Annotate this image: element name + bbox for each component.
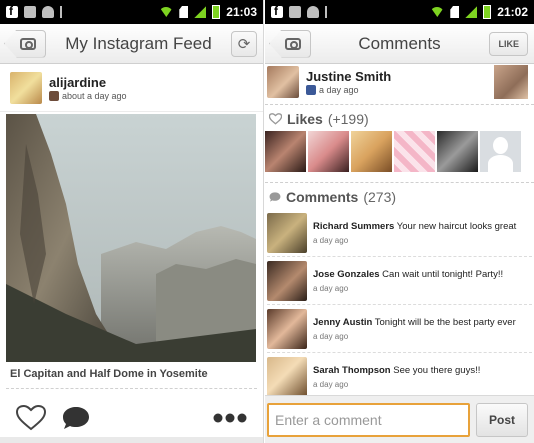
post-actions <box>0 400 263 436</box>
likes-header: Likes (+199) <box>265 105 534 131</box>
comment-author[interactable]: Jenny Austin <box>313 317 372 328</box>
comment-input[interactable] <box>267 402 470 437</box>
battery-icon <box>483 5 492 19</box>
post-button[interactable]: Post <box>476 402 528 437</box>
like-avatar[interactable] <box>394 131 435 172</box>
avatar[interactable] <box>10 71 42 104</box>
facebook-notification-icon <box>6 4 18 18</box>
like-avatar[interactable] <box>351 131 392 172</box>
post-header[interactable]: alijardine about a day ago <box>0 64 263 112</box>
facebook-notification-icon <box>271 4 283 18</box>
comment-author[interactable]: Sarah Thompson <box>313 365 391 376</box>
like-button[interactable] <box>16 405 46 431</box>
signal-icon <box>194 6 207 18</box>
usb-icon <box>60 6 68 18</box>
title-bar: My Instagram Feed ⟳ <box>0 24 263 64</box>
page-title: My Instagram Feed <box>65 33 212 53</box>
avatar[interactable] <box>267 357 307 397</box>
like-avatar[interactable] <box>437 131 478 172</box>
android-icon <box>42 6 54 18</box>
comment-text: Tonight will be the best party ever <box>374 317 516 328</box>
camera-button[interactable] <box>269 29 311 58</box>
divider <box>6 388 257 389</box>
comments-screen: 21:02 Comments LIKE Justine Smith a day … <box>265 0 534 443</box>
sim-icon <box>179 6 189 18</box>
comment-time: a day ago <box>313 236 349 245</box>
likes-label: Likes <box>287 111 323 127</box>
refresh-button[interactable]: ⟳ <box>231 30 257 57</box>
comment-item[interactable]: Richard Summers Your new haircut looks g… <box>267 209 532 257</box>
comment-list: Richard Summers Your new haircut looks g… <box>265 209 534 401</box>
more-dots-icon <box>213 413 247 423</box>
like-avatar[interactable] <box>308 131 349 172</box>
title-bar: Comments LIKE <box>265 24 534 64</box>
comment-time: a day ago <box>313 284 349 293</box>
likes-avatars <box>265 131 534 178</box>
comment-author[interactable]: Richard Summers <box>313 221 394 232</box>
post-author-header[interactable]: Justine Smith a day ago <box>265 64 534 100</box>
comment-author[interactable]: Jose Gonzales <box>313 269 380 280</box>
heart-icon <box>16 405 46 431</box>
author-name[interactable]: Justine Smith <box>306 69 391 84</box>
post-thumbnail[interactable] <box>494 65 528 99</box>
speech-bubble-icon <box>269 192 281 202</box>
post-caption: El Capitan and Half Dome in Yosemite <box>10 368 208 380</box>
comments-label: Comments <box>286 189 359 205</box>
battery-icon <box>212 5 221 19</box>
comment-text: Can wait until tonight! Party!! <box>382 269 504 280</box>
comment-item[interactable]: Jenny Austin Tonight will be the best pa… <box>267 305 532 353</box>
avatar[interactable] <box>267 309 307 349</box>
comment-item[interactable]: Jose Gonzales Can wait until tonight! Pa… <box>267 257 532 305</box>
android-icon <box>307 6 319 18</box>
comments-header: Comments (273) <box>265 183 534 209</box>
status-time: 21:03 <box>226 5 257 19</box>
signal-icon <box>465 6 478 18</box>
post-photo[interactable] <box>6 114 256 362</box>
camera-button[interactable] <box>4 29 46 58</box>
default-avatar-icon[interactable] <box>480 131 521 172</box>
comment-button[interactable] <box>62 406 90 430</box>
facebook-icon <box>306 85 316 95</box>
comment-text: See you there guys!! <box>393 365 481 376</box>
usb-icon <box>325 6 333 18</box>
heart-outline-icon <box>269 113 282 125</box>
feed-screen: 21:03 My Instagram Feed ⟳ alijardine abo… <box>0 0 264 443</box>
bottom-strip <box>0 437 263 443</box>
likes-count[interactable]: (+199) <box>328 111 369 127</box>
camera-icon <box>285 37 301 50</box>
status-time: 21:02 <box>497 5 528 19</box>
yosemite-photo-image <box>6 114 256 362</box>
more-options-button[interactable] <box>213 413 247 423</box>
avatar[interactable] <box>267 261 307 301</box>
post-username[interactable]: alijardine <box>49 75 127 90</box>
comment-time: a day ago <box>313 380 349 389</box>
post-timestamp: about a day ago <box>62 90 127 101</box>
camera-icon <box>20 37 36 50</box>
comment-text: Your new haircut looks great <box>396 221 517 232</box>
comments-count: (273) <box>363 189 397 205</box>
notification-icon <box>24 6 36 18</box>
refresh-icon: ⟳ <box>237 35 251 53</box>
comment-composer: Post <box>265 395 534 443</box>
notification-icon <box>289 6 301 18</box>
wifi-icon <box>430 7 445 17</box>
author-timestamp: a day ago <box>319 85 359 95</box>
instagram-icon <box>49 90 59 101</box>
comment-time: a day ago <box>313 332 349 341</box>
status-bar: 21:02 <box>265 0 534 24</box>
sim-icon <box>450 6 460 18</box>
status-bar: 21:03 <box>0 0 263 24</box>
wifi-icon <box>159 7 174 17</box>
avatar[interactable] <box>267 66 299 98</box>
comment-item[interactable]: Sarah Thompson See you there guys!! a da… <box>267 353 532 401</box>
like-post-button[interactable]: LIKE <box>489 31 528 56</box>
speech-bubble-icon <box>63 407 89 429</box>
avatar[interactable] <box>267 213 307 253</box>
like-avatar[interactable] <box>265 131 306 172</box>
